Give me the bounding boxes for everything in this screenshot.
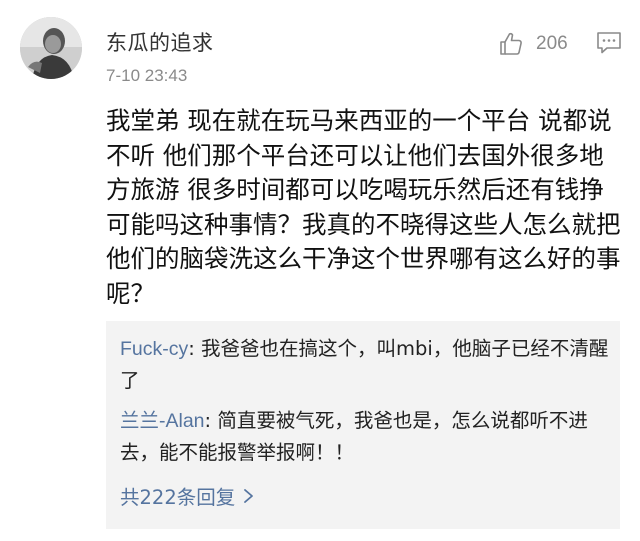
- timestamp: 7-10 23:43: [106, 66, 188, 85]
- reply-item[interactable]: 兰兰-Alan: 简直要被气死，我爸也是，怎么说都听不进去，能不能报警举报啊！！: [120, 405, 610, 468]
- like-count: 206: [536, 33, 568, 54]
- thumbs-up-icon: [500, 32, 522, 55]
- reply-separator: :: [188, 337, 202, 360]
- reply-username[interactable]: Fuck-cy: [120, 338, 188, 360]
- like-button[interactable]: 206: [498, 30, 568, 58]
- avatar[interactable]: [20, 17, 82, 79]
- comment-icon[interactable]: [596, 31, 622, 55]
- more-replies-label: 共222条回复: [120, 486, 236, 509]
- comment-body: 我堂弟 现在就在玩马来西亚的一个平台 说都说不听 他们那个平台还可以让他们去国外…: [106, 106, 621, 308]
- chevron-right-icon: [244, 488, 254, 503]
- avatar-photo: [20, 17, 82, 79]
- reply-item[interactable]: Fuck-cy: 我爸爸也在搞这个，叫mbi，他脑子已经不清醒了: [120, 333, 610, 396]
- reply-username[interactable]: 兰兰-Alan: [120, 410, 205, 432]
- reply-preview-box[interactable]: Fuck-cy: 我爸爸也在搞这个，叫mbi，他脑子已经不清醒了 兰兰-Alan…: [106, 321, 620, 529]
- username[interactable]: 东瓜的追求: [106, 27, 214, 57]
- reply-separator: :: [204, 409, 218, 432]
- view-all-replies-link[interactable]: 共222条回复: [120, 481, 254, 510]
